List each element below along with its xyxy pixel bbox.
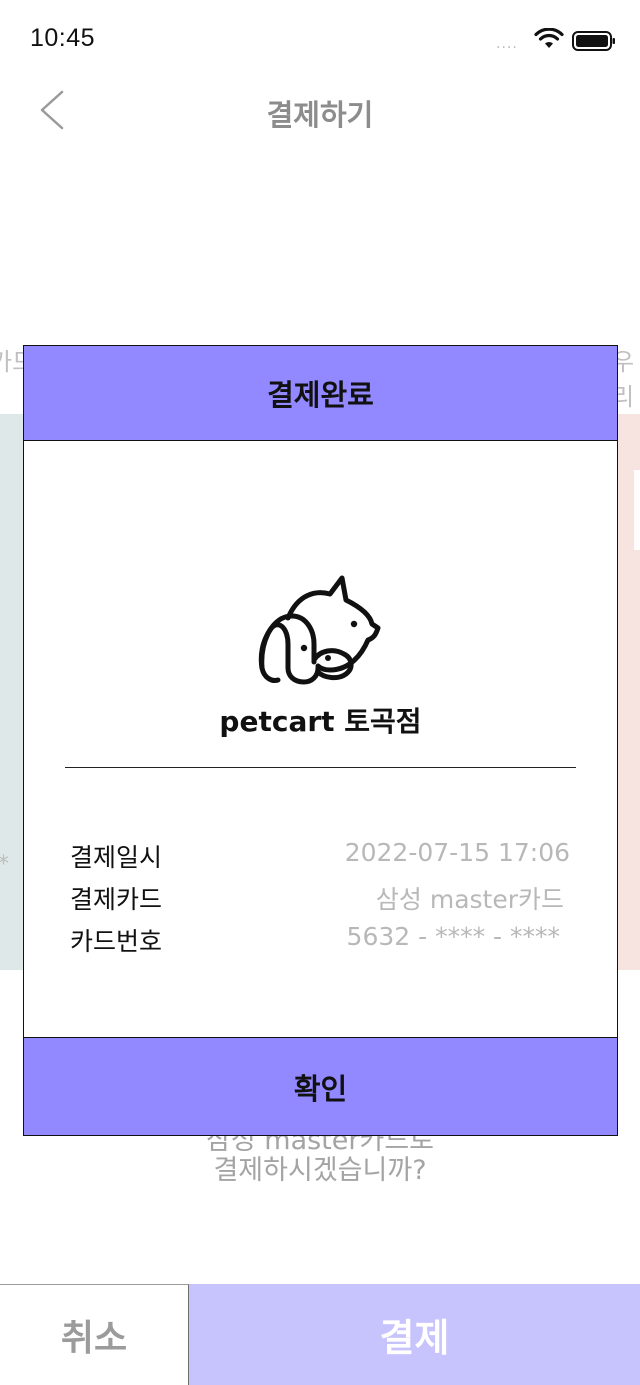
battery-icon [572, 31, 615, 51]
signal-dots: .... [496, 36, 518, 52]
payment-date-label: 결제일시 [70, 843, 163, 872]
confirm-button[interactable]: 확인 [24, 1037, 617, 1135]
pay-button[interactable]: 결제 [189, 1284, 640, 1385]
payment-card-value: 삼성 master카드 [375, 885, 564, 914]
card-number-label: 카드번호 [70, 927, 163, 956]
status-bar: 10:45 .... [0, 0, 640, 80]
card-number-value: 5632 - **** - **** [346, 922, 560, 951]
payment-complete-modal: 결제완료 petcart 토곡점 결제일시 2022-07-15 17:06 결… [23, 345, 618, 1136]
page-title: 결제하기 [266, 98, 374, 132]
payment-question-line2: 결제하시겠습니까? [213, 1155, 427, 1186]
pet-cat-dog-logo-icon [258, 575, 381, 685]
info-row-card-number: 카드번호 5632 - **** - **** [70, 922, 570, 958]
modal-title: 결제완료 [24, 346, 617, 441]
info-row-payment-date: 결제일시 2022-07-15 17:06 [70, 838, 570, 874]
wifi-icon [534, 28, 564, 48]
bg-card-right-edge [634, 470, 640, 550]
payment-date-value: 2022-07-15 17:06 [344, 838, 570, 867]
status-time: 10:45 [30, 24, 96, 52]
payment-card-label: 결제카드 [70, 885, 163, 914]
bg-card-star: * [0, 852, 9, 877]
divider [65, 767, 576, 768]
store-name: petcart 토곡점 [219, 705, 422, 738]
info-row-payment-card: 결제카드 삼성 master카드 [70, 880, 570, 916]
cancel-button[interactable]: 취소 [0, 1284, 189, 1385]
